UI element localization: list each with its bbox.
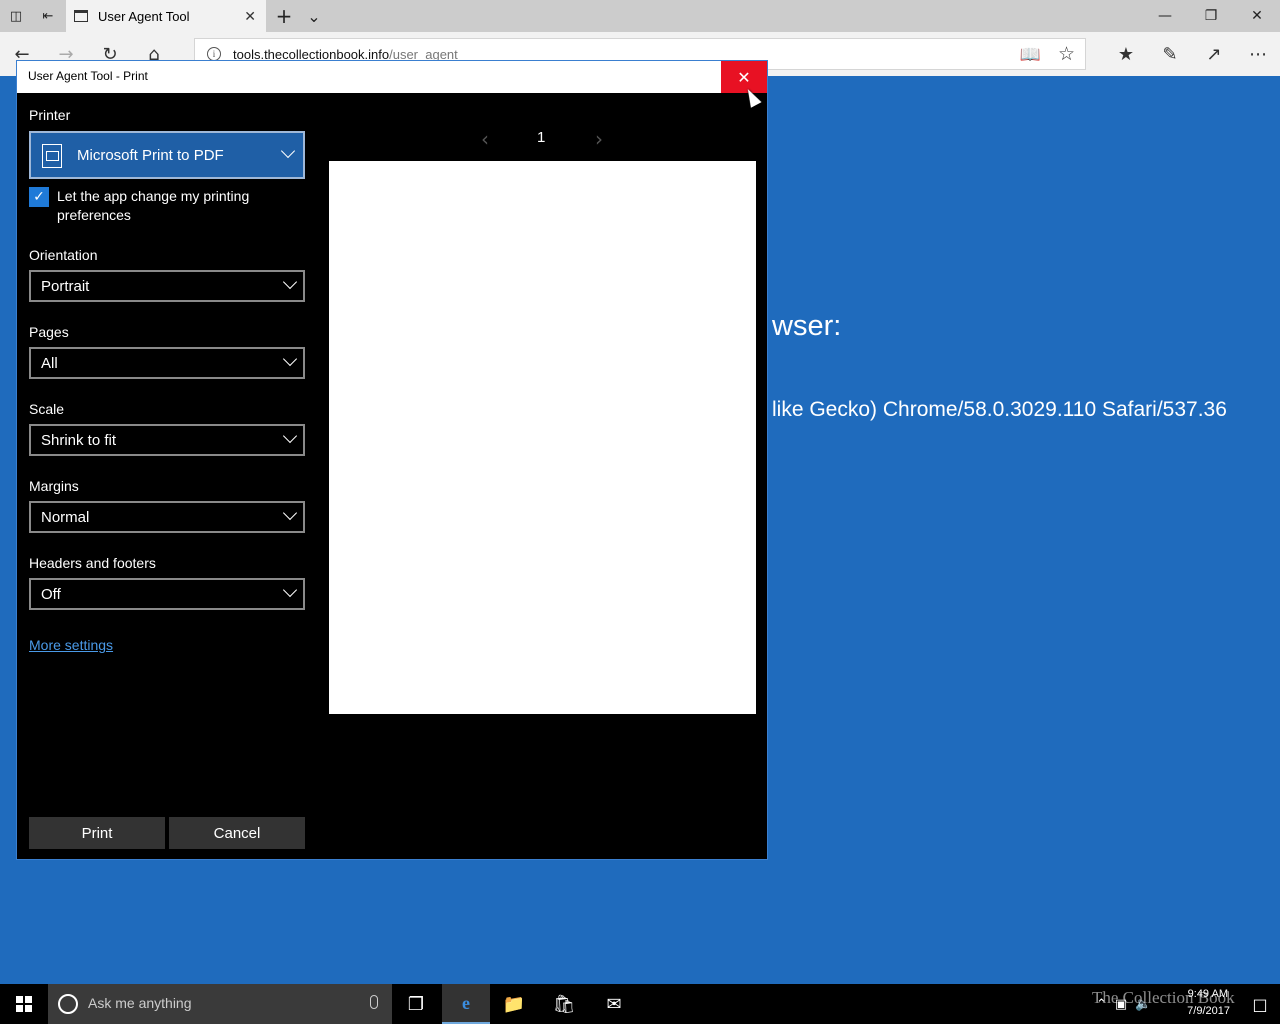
scale-value: Shrink to fit bbox=[41, 431, 117, 449]
user-agent-string-fragment: like Gecko) Chrome/58.0.3029.110 Safari/… bbox=[772, 398, 1227, 421]
orientation-select[interactable]: Portrait bbox=[29, 270, 305, 302]
print-button[interactable]: Print bbox=[29, 817, 165, 849]
chevron-down-icon bbox=[282, 351, 298, 367]
share-icon[interactable]: ↗ bbox=[1192, 32, 1236, 76]
headers-footers-select[interactable]: Off bbox=[29, 578, 305, 610]
new-tab-icon[interactable]: + bbox=[272, 0, 296, 32]
app-preferences-label: Let the app change my printing preferenc… bbox=[57, 188, 250, 223]
taskbar: Ask me anything ❐ e 📁 🛍 ✉ ⌃ ▣ 🔈 9:49 AM … bbox=[0, 984, 1280, 1024]
scale-select[interactable]: Shrink to fit bbox=[29, 424, 305, 456]
window-close-icon[interactable]: ✕ bbox=[1234, 0, 1280, 32]
tab-close-icon[interactable]: ✕ bbox=[244, 8, 256, 25]
chevron-down-icon[interactable]: ⌄ bbox=[304, 0, 324, 32]
cortana-search-box[interactable]: Ask me anything bbox=[48, 984, 392, 1024]
cortana-icon bbox=[58, 994, 78, 1014]
page-icon bbox=[74, 10, 88, 22]
page-number: 1 bbox=[537, 129, 546, 146]
favorite-star-icon[interactable]: ☆ bbox=[1058, 43, 1075, 65]
mail-icon[interactable]: ✉ bbox=[590, 984, 638, 1024]
headers-footers-value: Off bbox=[41, 585, 61, 603]
chevron-down-icon bbox=[282, 505, 298, 521]
print-preview-page bbox=[329, 161, 756, 714]
tab-title: User Agent Tool bbox=[98, 8, 190, 24]
printer-select[interactable]: Microsoft Print to PDF bbox=[29, 131, 305, 179]
pages-value: All bbox=[41, 354, 58, 372]
minimize-icon[interactable]: — bbox=[1142, 0, 1188, 32]
printer-value: Microsoft Print to PDF bbox=[77, 146, 224, 164]
printer-icon bbox=[42, 144, 62, 168]
margins-value: Normal bbox=[41, 508, 90, 526]
print-dialog: User Agent Tool - Print ✕ Printer Micros… bbox=[16, 60, 768, 860]
page-heading-fragment: wser: bbox=[772, 310, 842, 342]
chevron-down-icon bbox=[282, 582, 298, 598]
set-aside-tabs-icon[interactable]: ⇤ bbox=[32, 0, 64, 32]
more-menu-icon[interactable]: ⋯ bbox=[1236, 32, 1280, 76]
search-placeholder: Ask me anything bbox=[88, 995, 192, 1011]
browser-tab-bar: ◫ ⇤ User Agent Tool ✕ + ⌄ — ❐ ✕ bbox=[0, 0, 1280, 32]
margins-select[interactable]: Normal bbox=[29, 501, 305, 533]
start-button[interactable] bbox=[0, 984, 48, 1024]
headers-footers-label: Headers and footers bbox=[29, 555, 156, 571]
file-explorer-icon[interactable]: 📁 bbox=[490, 984, 538, 1024]
task-view-icon[interactable]: ❐ bbox=[392, 984, 440, 1024]
edge-browser-icon[interactable]: e bbox=[442, 984, 490, 1024]
cancel-button[interactable]: Cancel bbox=[169, 817, 305, 849]
watermark-text: The Collection Book bbox=[1092, 988, 1235, 1007]
tab-manager-icon[interactable]: ◫ bbox=[0, 0, 32, 32]
action-center-icon[interactable]: □ bbox=[1240, 984, 1280, 1024]
pages-select[interactable]: All bbox=[29, 347, 305, 379]
favorites-hub-icon[interactable]: ★ bbox=[1104, 32, 1148, 76]
reading-view-icon[interactable]: 📖 bbox=[1020, 45, 1041, 65]
info-icon[interactable]: i bbox=[207, 47, 221, 61]
print-dialog-title: User Agent Tool - Print bbox=[28, 69, 148, 83]
more-settings-link[interactable]: More settings bbox=[29, 637, 113, 653]
chevron-down-icon bbox=[282, 428, 298, 444]
print-dialog-titlebar: User Agent Tool - Print ✕ bbox=[17, 61, 767, 93]
chevron-down-icon bbox=[282, 274, 298, 290]
previous-page-icon[interactable]: ‹ bbox=[475, 127, 495, 151]
printer-label: Printer bbox=[29, 107, 71, 123]
chevron-down-icon bbox=[280, 143, 296, 159]
orientation-label: Orientation bbox=[29, 247, 98, 263]
tab-user-agent-tool[interactable]: User Agent Tool ✕ bbox=[66, 0, 266, 32]
windows-logo-icon bbox=[16, 996, 32, 1012]
pages-label: Pages bbox=[29, 324, 69, 340]
app-preferences-checkbox[interactable]: ✓ bbox=[29, 187, 49, 207]
store-icon[interactable]: 🛍 bbox=[540, 984, 588, 1024]
microphone-icon[interactable] bbox=[370, 995, 378, 1009]
orientation-value: Portrait bbox=[41, 277, 90, 295]
scale-label: Scale bbox=[29, 401, 65, 417]
next-page-icon[interactable]: › bbox=[589, 127, 609, 151]
dialog-close-icon[interactable]: ✕ bbox=[721, 61, 767, 93]
margins-label: Margins bbox=[29, 478, 79, 494]
web-note-pen-icon[interactable]: ✎ bbox=[1148, 32, 1192, 76]
restore-icon[interactable]: ❐ bbox=[1188, 0, 1234, 32]
